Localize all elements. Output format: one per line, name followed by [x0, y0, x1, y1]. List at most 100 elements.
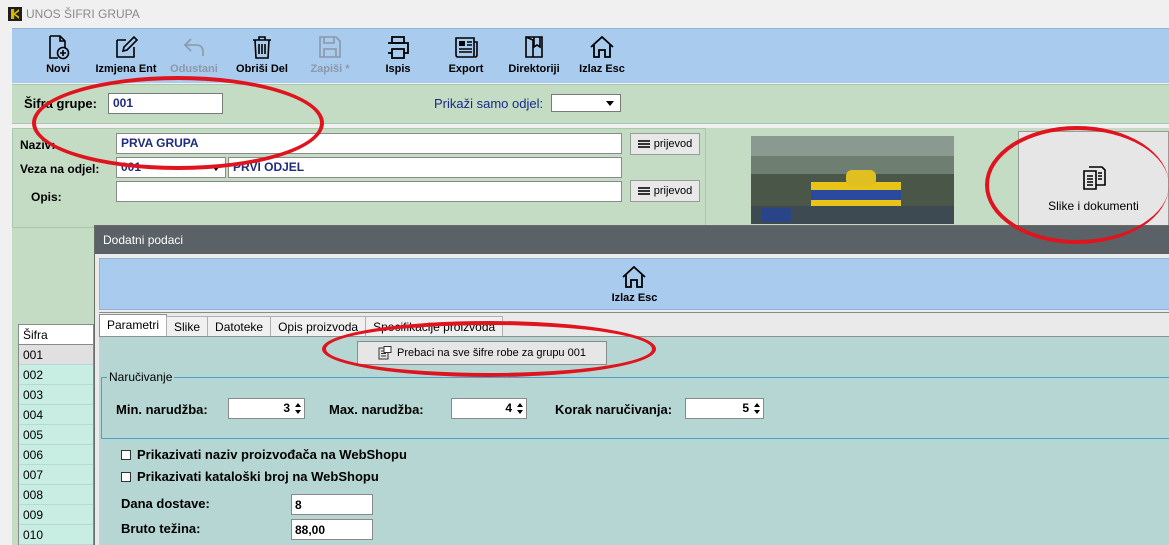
exit-button-label: Izlaz Esc [579, 63, 625, 75]
group-code-input[interactable]: 001 [108, 93, 223, 114]
description-label: Opis: [31, 190, 62, 204]
print-button-label: Ispis [385, 63, 411, 75]
table-row[interactable]: 003 [19, 385, 93, 405]
table-row[interactable]: 007 [19, 465, 93, 485]
min-order-label: Min. narudžba: [116, 402, 208, 417]
show-catalog-number-label: Prikazivati kataloški broj na WebShopu [137, 469, 379, 484]
additional-data-dialog: Dodatni podaci Izlaz Esc Parametri Slike… [94, 225, 1169, 545]
description-input[interactable] [116, 181, 622, 202]
show-manufacturer-checkbox[interactable]: Prikazivati naziv proizvođača na WebShop… [121, 447, 407, 462]
print-button[interactable]: Ispis [364, 29, 432, 84]
ordering-group: Naručivanje Min. narudžba: 3 Max. narudž… [101, 370, 1169, 439]
title-bar: UNOS ŠIFRI GRUPA [0, 0, 1169, 28]
table-row[interactable]: 006 [19, 445, 93, 465]
dialog-tabs: Parametri Slike Datoteke Opis proizvoda … [99, 314, 504, 336]
directory-icon [525, 36, 543, 58]
apply-to-all-items-label: Prebaci na sve šifre robe za grupu 001 [397, 347, 586, 359]
tab-datoteke[interactable]: Datoteke [207, 316, 272, 336]
name-translation-button[interactable]: prijevod [630, 133, 700, 155]
delivery-days-label: Dana dostave: [121, 496, 210, 511]
description-translation-label: prijevod [653, 185, 693, 197]
documents-icon [1082, 165, 1106, 190]
checkbox-box [121, 449, 131, 460]
dialog-toolbar: Izlaz Esc [99, 258, 1169, 310]
show-catalog-number-checkbox[interactable]: Prikazivati kataloški broj na WebShopu [121, 469, 379, 484]
table-row[interactable]: 001 [19, 345, 93, 365]
tab-parametri[interactable]: Parametri [99, 314, 168, 336]
apply-list-icon [378, 346, 392, 360]
directories-button[interactable]: Direktoriji [500, 29, 568, 84]
window-title: UNOS ŠIFRI GRUPA [26, 7, 140, 21]
home-icon [590, 35, 614, 58]
export-icon [455, 37, 478, 58]
delete-button-label: Obriši Del [236, 63, 288, 75]
cancel-button-label: Odustani [170, 63, 218, 75]
min-order-stepper[interactable]: 3 [228, 398, 305, 419]
undo-icon [183, 38, 204, 56]
filter-bar: Šifra grupe: 001 Prikaži samo odjel: [12, 84, 1169, 124]
apply-to-all-items-button[interactable]: Prebaci na sve šifre robe za grupu 001 [357, 341, 607, 365]
department-filter-select[interactable] [551, 94, 621, 112]
group-form: Naziv: PRVA GRUPA prijevod Veza na odjel… [12, 128, 706, 228]
save-icon [319, 36, 341, 58]
table-row[interactable]: 002 [19, 365, 93, 385]
images-documents-button[interactable]: Slike i dokumenti [1018, 131, 1169, 226]
grid-header-code[interactable]: Šifra [19, 325, 93, 345]
table-row[interactable]: 008 [19, 485, 93, 505]
department-link-label: Veza na odjel: [20, 162, 100, 176]
group-image-art [751, 136, 954, 224]
max-order-stepper[interactable]: 4 [451, 398, 527, 419]
checkbox-box [121, 471, 131, 482]
name-input[interactable]: PRVA GRUPA [116, 133, 622, 154]
list-icon [637, 187, 650, 195]
images-documents-label: Slike i dokumenti [1048, 198, 1139, 213]
delete-button[interactable]: Obriši Del [228, 29, 296, 84]
dialog-title: Dodatni podaci [95, 226, 1169, 254]
table-row[interactable]: 009 [19, 505, 93, 525]
table-row[interactable]: 005 [19, 425, 93, 445]
save-button[interactable]: Zapiši * [296, 29, 364, 84]
new-button-label: Novi [46, 63, 70, 75]
group-code-label: Šifra grupe: [24, 96, 97, 111]
exit-button[interactable]: Izlaz Esc [568, 29, 636, 84]
parametri-panel: Prebaci na sve šifre robe za grupu 001 N… [99, 336, 1169, 545]
department-name-field: PRVI ODJEL [228, 157, 622, 178]
tab-specifikacije-proizvoda[interactable]: Specifikacije proizvoda [365, 316, 504, 336]
new-button[interactable]: Novi [24, 29, 92, 84]
description-translation-button[interactable]: prijevod [630, 180, 700, 202]
dialog-exit-label: Izlaz Esc [611, 292, 658, 304]
department-code-select[interactable]: 001 [116, 157, 226, 178]
gross-weight-input[interactable]: 88,00 [291, 519, 373, 540]
main-toolbar: Novi Izmjena Ent Odustani Obriši Del Zap… [12, 28, 1169, 83]
order-step-label: Korak naručivanja: [555, 402, 673, 417]
list-icon [637, 140, 650, 148]
edit-icon [116, 35, 139, 58]
group-image [751, 136, 954, 224]
directories-button-label: Direktoriji [508, 63, 560, 75]
name-label: Naziv: [20, 138, 56, 152]
app-logo-icon [8, 7, 22, 21]
gross-weight-label: Bruto težina: [121, 521, 201, 536]
save-button-label: Zapiši * [310, 63, 350, 75]
table-row[interactable]: 004 [19, 405, 93, 425]
tab-opis-proizvoda[interactable]: Opis proizvoda [270, 316, 367, 336]
export-button[interactable]: Export [432, 29, 500, 84]
export-button-label: Export [448, 63, 484, 75]
table-row[interactable]: 010 [19, 525, 93, 545]
printer-icon [388, 36, 409, 59]
tab-slike[interactable]: Slike [166, 316, 209, 336]
order-step-stepper[interactable]: 5 [685, 398, 764, 419]
cancel-button[interactable]: Odustani [160, 29, 228, 84]
edit-button[interactable]: Izmjena Ent [92, 29, 160, 84]
department-code-value: 001 [121, 160, 142, 174]
home-icon [622, 265, 647, 288]
dialog-divider [99, 312, 1169, 313]
department-filter-label: Prikaži samo odjel: [434, 96, 544, 111]
delivery-days-input[interactable]: 8 [291, 494, 373, 515]
trash-icon [253, 36, 271, 59]
ordering-legend: Naručivanje [107, 370, 175, 384]
dialog-exit-button[interactable]: Izlaz Esc [611, 264, 658, 304]
group-code-grid: Šifra 001 002 003 004 005 006 007 008 00… [18, 324, 94, 545]
edit-button-label: Izmjena Ent [95, 63, 157, 75]
show-manufacturer-label: Prikazivati naziv proizvođača na WebShop… [137, 447, 407, 462]
